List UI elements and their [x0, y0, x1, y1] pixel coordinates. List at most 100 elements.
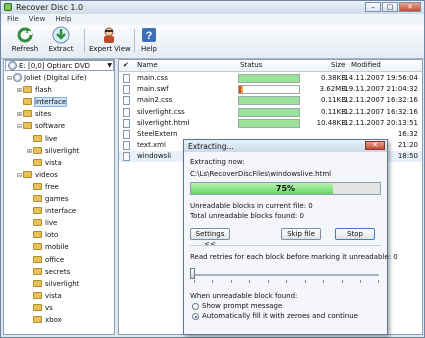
menu-file[interactable]: File — [7, 14, 19, 25]
tree-item-label: games — [45, 195, 69, 203]
retries-slider-thumb[interactable] — [190, 268, 195, 279]
tree-item[interactable]: ⊟ videos — [17, 170, 58, 181]
file-modified: 18:50 — [397, 152, 418, 161]
tree-item[interactable]: secrets — [27, 267, 70, 278]
window-title: Recover Disc 1.0 — [16, 3, 84, 12]
drive-selector[interactable]: E: [0,0] Optiarc DVD ▼ — [5, 60, 114, 71]
file-modified: 12.11.2007 20:13:51 — [344, 118, 418, 127]
tree-item[interactable]: ⊟ Joliet (Digital Life) — [7, 73, 87, 84]
expert-view-button[interactable]: Expert View — [89, 26, 131, 57]
stop-button[interactable]: Stop — [335, 228, 375, 240]
radio-show-prompt[interactable] — [192, 303, 199, 310]
extract-icon — [52, 26, 70, 44]
refresh-button[interactable]: Refresh — [11, 26, 39, 57]
tree-item[interactable]: vista — [27, 158, 62, 169]
help-icon: ? — [140, 26, 158, 44]
col-modified[interactable]: Modified — [351, 61, 381, 69]
title-bar[interactable]: Recover Disc 1.0 – □ ✕ — [1, 1, 424, 15]
file-icon — [123, 152, 130, 162]
tree-item[interactable]: interface — [27, 206, 76, 217]
status-bar — [238, 85, 300, 95]
table-row[interactable]: main.swf 3.62MB 19.11.2007 21:04:32 — [119, 84, 422, 95]
tree-item[interactable]: ⊞ sites — [17, 109, 51, 120]
option-auto-fill[interactable]: Automatically fill it with zeroes and co… — [202, 312, 358, 320]
settings-button[interactable]: Settings << — [190, 228, 230, 248]
table-row[interactable]: silverlight.html 10.48KB 12.11.2007 20:13:… — [119, 118, 422, 129]
menu-help[interactable]: Help — [55, 14, 71, 25]
folder-icon — [23, 86, 32, 94]
tree-item-label: office — [45, 255, 65, 264]
menu-view[interactable]: View — [29, 14, 46, 25]
file-icon — [123, 141, 130, 151]
close-button[interactable]: ✕ — [399, 2, 421, 12]
extract-button[interactable]: Extract — [47, 26, 75, 57]
tree-item[interactable]: live — [27, 218, 57, 229]
refresh-icon — [16, 26, 34, 44]
unreadable-total: Total unreadable blocks found: 0 — [190, 212, 304, 220]
tree-item[interactable]: ⊞ silverlight — [27, 146, 79, 157]
file-modified: 19.11.2007 21:04:32 — [344, 85, 418, 94]
file-modified: 14.11.2007 19:56:04 — [344, 74, 418, 82]
col-size[interactable]: Size — [331, 61, 345, 69]
toolbar: Refresh Extract Expert View ? Help — [1, 25, 424, 59]
tree-item[interactable]: ⊞ flash — [17, 85, 52, 96]
col-status[interactable]: Status — [240, 61, 262, 69]
col-name[interactable]: Name — [137, 61, 158, 69]
file-icon — [123, 130, 130, 139]
table-row[interactable]: main.css 0.38KB 14.11.2007 19:56:04 — [119, 73, 422, 84]
tree-item[interactable]: office — [27, 255, 64, 266]
chevron-down-icon[interactable]: ▼ — [107, 61, 112, 70]
radio-auto-fill[interactable] — [192, 313, 199, 320]
file-name: silverlight.css — [137, 107, 185, 116]
file-size: 0.11KB — [321, 107, 346, 116]
app-icon — [4, 3, 12, 11]
retries-slider-track[interactable] — [194, 274, 379, 276]
tree-item[interactable]: interface — [17, 97, 68, 108]
table-row[interactable]: main2.css 0.11KB 12.11.2007 16:32:16 — [119, 95, 422, 106]
file-icon — [123, 96, 130, 106]
tree-item-label: silverlight — [45, 279, 80, 288]
col-check[interactable]: ✔ — [123, 61, 129, 69]
status-fill — [239, 108, 299, 116]
folder-icon — [33, 207, 42, 215]
expert-view-label: Expert View — [89, 45, 131, 53]
file-modified: 21:20 — [397, 141, 418, 150]
help-button[interactable]: ? Help — [139, 26, 159, 57]
tree-item[interactable]: mobile — [27, 242, 69, 253]
tree-item[interactable]: vs — [27, 303, 53, 314]
unreadable-current: Unreadable blocks in current file: 0 — [190, 202, 313, 210]
tree-item[interactable]: free — [27, 182, 59, 193]
disc-icon — [8, 61, 17, 70]
tree-item-label: live — [45, 134, 58, 143]
status-bar — [238, 107, 300, 117]
tree-item[interactable]: loto — [27, 230, 58, 241]
file-size: 3.62MB — [319, 85, 346, 94]
tree-item[interactable]: games — [27, 194, 69, 205]
retries-label: Read retries for each block before marki… — [190, 253, 398, 261]
folder-icon — [33, 158, 42, 166]
file-modified: 16:32 — [397, 130, 418, 138]
tree-item[interactable]: silverlight — [27, 279, 79, 290]
tree-item-label: loto — [45, 231, 59, 240]
extracting-path: C:\Ls\RecoverDiscFiles\windowslive.html — [190, 170, 332, 178]
table-row[interactable]: silverlight.css 0.11KB 12.11.2007 16:32:16 — [119, 107, 422, 118]
folder-icon — [33, 243, 42, 251]
app-window: Recover Disc 1.0 – □ ✕ File View Help Re… — [0, 0, 425, 338]
minimize-button[interactable]: – — [365, 2, 381, 12]
tree-item[interactable]: ⊟ software — [17, 121, 65, 132]
extracting-label: Extracting now: — [190, 158, 245, 166]
tree-item-label: free — [45, 182, 59, 191]
tree-item[interactable]: xbox — [27, 315, 62, 326]
option-show-prompt[interactable]: Show prompt message — [202, 302, 282, 310]
folder-icon — [23, 170, 32, 178]
folder-tree[interactable]: E: [0,0] Optiarc DVD ▼ ⊟ Joliet (Digital … — [3, 59, 115, 335]
file-icon — [123, 74, 130, 83]
skip-file-button[interactable]: Skip file — [281, 228, 321, 240]
maximize-button[interactable]: □ — [382, 2, 398, 12]
dialog-close-button[interactable]: ✕ — [365, 141, 385, 150]
tree-item-label: vista — [45, 158, 62, 167]
tree-item-label: xbox — [45, 316, 62, 324]
tree-item[interactable]: live — [27, 134, 57, 145]
tree-item[interactable]: vista — [27, 291, 62, 302]
expand-toggle-icon[interactable]: ⊟ — [7, 73, 13, 84]
